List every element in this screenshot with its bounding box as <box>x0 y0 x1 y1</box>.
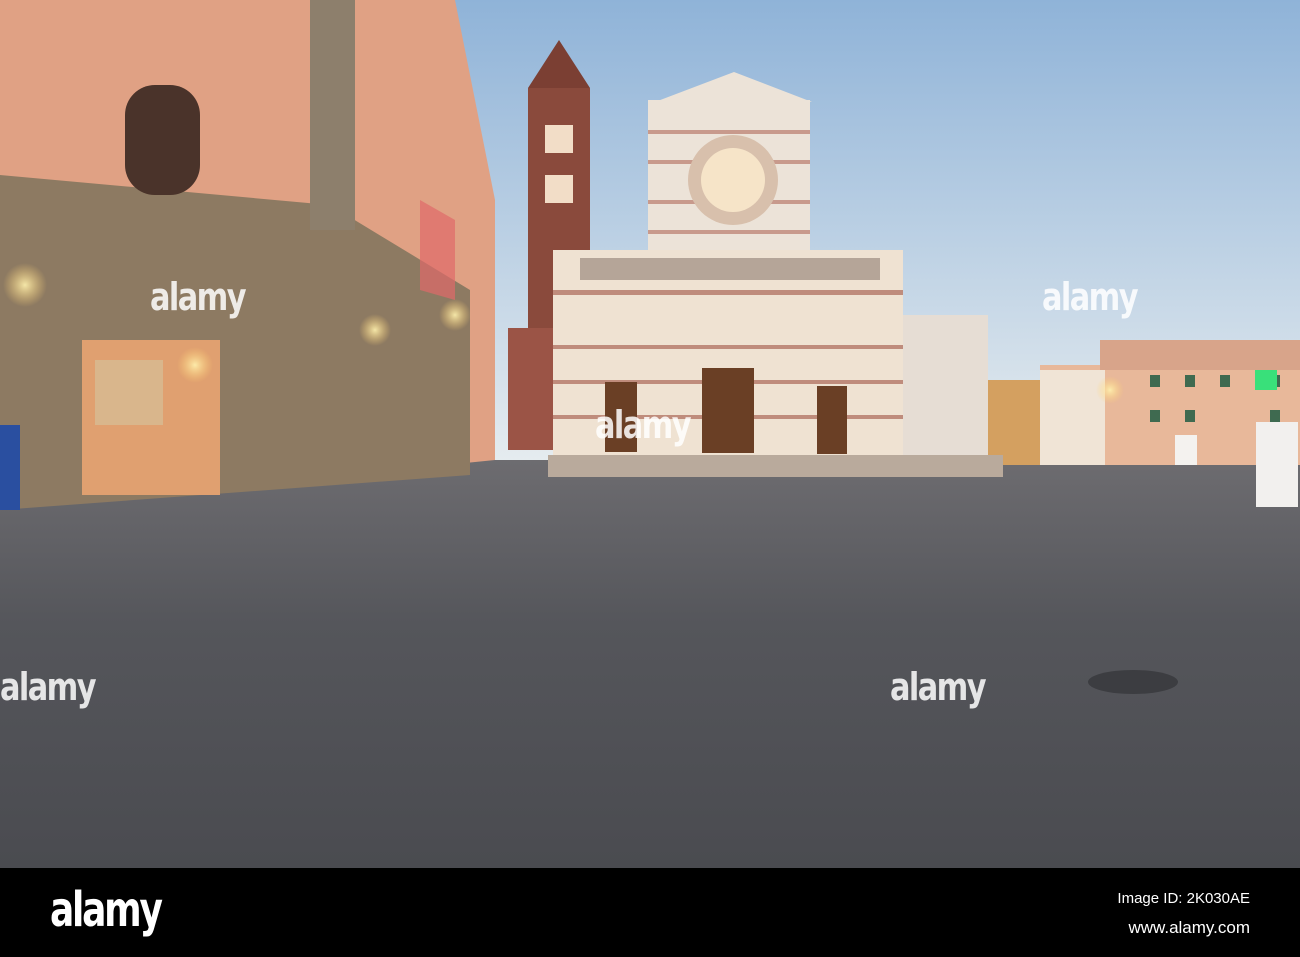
main-door <box>702 368 754 453</box>
watermark: alamy <box>1042 275 1139 319</box>
alamy-logo: alamy <box>50 882 163 938</box>
watermark: alamy <box>890 665 987 709</box>
footer-bar: alamy Image ID: 2K030AE www.alamy.com <box>0 868 1300 957</box>
watermark: alamy <box>0 665 97 709</box>
image-id: Image ID: 2K030AE <box>1117 890 1250 907</box>
manhole-cover <box>1088 670 1178 694</box>
site-url: www.alamy.com <box>1128 918 1250 937</box>
watermark: alamy <box>150 275 247 319</box>
cobblestone-pavement <box>0 460 1300 868</box>
right-door <box>817 386 847 454</box>
left-building <box>0 0 495 510</box>
watermark: alamy <box>595 403 692 447</box>
